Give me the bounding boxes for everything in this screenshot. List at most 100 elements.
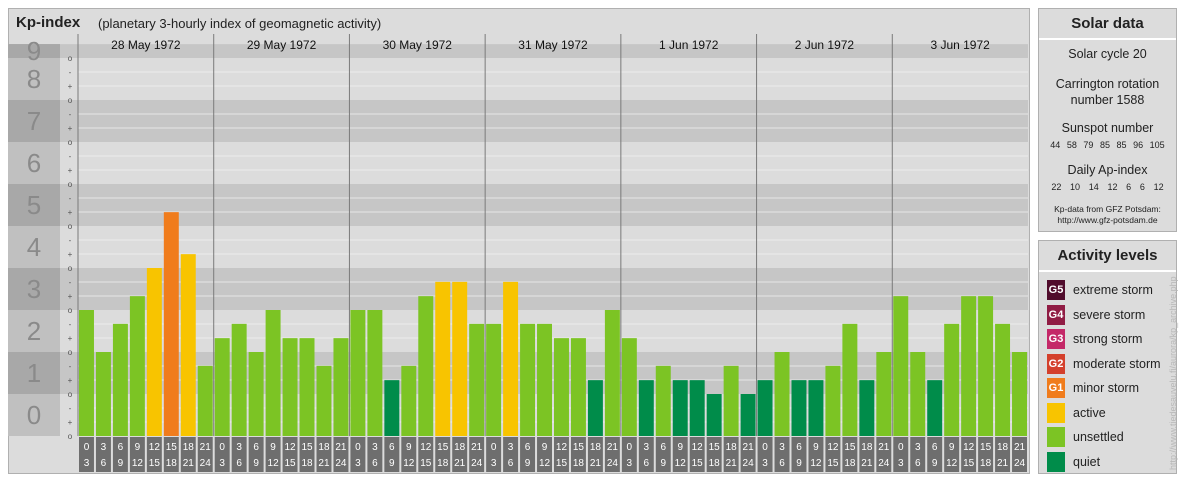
interval-start-label: 21: [335, 442, 347, 453]
activity-level-swatch: [1047, 451, 1065, 472]
sunspot-value: 96: [1133, 140, 1144, 150]
kp-minor-tick-label: o: [68, 264, 73, 273]
interval-end-label: 3: [627, 458, 633, 469]
kp-tick-label: 7: [27, 106, 41, 136]
interval-end-label: 3: [355, 458, 361, 469]
interval-end-label: 21: [454, 458, 466, 469]
interval-start-label: 18: [726, 442, 738, 453]
interval-start-label: 18: [590, 442, 602, 453]
interval-end-label: 9: [932, 458, 938, 469]
interval-end-label: 24: [335, 458, 347, 469]
interval-start-label: 3: [644, 442, 650, 453]
interval-end-label: 15: [420, 458, 432, 469]
interval-start-label: 15: [437, 442, 449, 453]
sunspot-title: Sunspot number: [1061, 121, 1154, 135]
kp-minor-tick-label: o: [68, 96, 73, 105]
interval-start-label: 15: [301, 442, 313, 453]
kp-band: [8, 226, 1028, 268]
kp-minor-tick-label: -: [69, 278, 72, 287]
ap-value: 12: [1153, 182, 1164, 192]
kp-bar: [316, 365, 332, 436]
interval-start-label: 15: [709, 442, 721, 453]
kp-minor-tick-label: +: [68, 250, 73, 259]
interval-start-label: 12: [692, 442, 704, 453]
day-label: 28 May 1972: [111, 38, 181, 52]
kp-bar: [621, 338, 637, 436]
interval-start-label: 3: [779, 442, 785, 453]
interval-end-label: 9: [253, 458, 259, 469]
kp-bar: [367, 310, 383, 436]
interval-start-label: 6: [118, 442, 124, 453]
interval-end-label: 21: [183, 458, 195, 469]
interval-end-label: 12: [675, 458, 687, 469]
interval-start-label: 0: [219, 442, 225, 453]
interval-start-label: 18: [997, 442, 1009, 453]
kp-bar: [112, 323, 128, 436]
interval-end-label: 6: [236, 458, 242, 469]
activity-level-swatch: G2: [1047, 353, 1065, 374]
kp-bar: [197, 365, 213, 436]
kp-minor-tick-label: -: [69, 152, 72, 161]
kp-bar: [859, 380, 875, 436]
interval-end-label: 18: [980, 458, 992, 469]
kp-minor-tick-label: o: [68, 390, 73, 399]
interval-end-label: 6: [508, 458, 514, 469]
kp-bar: [570, 338, 586, 436]
kp-minor-tick-label: +: [68, 82, 73, 91]
kp-band: [8, 184, 1028, 226]
kp-bar: [282, 338, 298, 436]
interval-start-label: 18: [318, 442, 330, 453]
interval-end-label: 21: [590, 458, 602, 469]
kp-bar: [944, 323, 960, 436]
kp-minor-tick-label: o: [68, 138, 73, 147]
interval-start-label: 0: [355, 442, 361, 453]
kp-bar: [995, 323, 1011, 436]
interval-end-label: 18: [437, 458, 449, 469]
interval-end-label: 12: [539, 458, 551, 469]
interval-start-label: 12: [420, 442, 432, 453]
activity-level-label: moderate storm: [1073, 356, 1161, 371]
interval-end-label: 6: [644, 458, 650, 469]
interval-start-label: 0: [898, 442, 904, 453]
ap-value: 10: [1070, 182, 1081, 192]
interval-end-label: 18: [844, 458, 856, 469]
kp-minor-tick-label: -: [69, 320, 72, 329]
interval-start-label: 21: [471, 442, 483, 453]
kp-band: [8, 142, 1028, 184]
kp-bar: [129, 296, 145, 436]
kp-band: [8, 100, 1028, 142]
kp-minor-tick-label: +: [68, 208, 73, 217]
interval-end-label: 18: [573, 458, 585, 469]
activity-level-swatch: G3: [1047, 329, 1065, 349]
source-watermark: http://www.tiedesauvelu.fi/aurora/kp_arc…: [1168, 276, 1178, 470]
kp-bar: [655, 365, 671, 436]
kp-tick-label: 4: [27, 232, 41, 262]
activity-level-label: unsettled: [1073, 430, 1124, 444]
kp-tick-label: 0: [27, 400, 41, 430]
kp-bar: [723, 365, 739, 436]
kp-bar: [79, 310, 94, 436]
kp-bar: [706, 394, 722, 436]
carrington-line2: number 1588: [1070, 93, 1145, 107]
kp-bar: [927, 380, 943, 436]
sunspot-value: 85: [1099, 140, 1110, 150]
kp-bar: [469, 323, 485, 436]
day-label: 31 May 1972: [518, 38, 588, 52]
interval-end-label: 21: [997, 458, 1009, 469]
interval-start-label: 0: [762, 442, 768, 453]
kp-bar: [842, 323, 858, 436]
kp-bar: [825, 365, 841, 436]
interval-start-label: 9: [135, 442, 141, 453]
interval-start-label: 18: [861, 442, 873, 453]
kp-minor-tick-label: -: [69, 194, 72, 203]
interval-start-label: 12: [827, 442, 839, 453]
interval-end-label: 24: [607, 458, 619, 469]
interval-end-label: 21: [318, 458, 330, 469]
kp-bar: [1012, 352, 1027, 436]
kp-minor-tick-label: o: [68, 432, 73, 441]
interval-start-label: 0: [627, 442, 633, 453]
ap-title: Daily Ap-index: [1067, 163, 1148, 177]
sunspot-values: 44 58 79 85 85 96 105: [1039, 140, 1176, 150]
activity-levels-title: Activity levels: [1039, 241, 1176, 272]
interval-start-label: 21: [200, 442, 212, 453]
